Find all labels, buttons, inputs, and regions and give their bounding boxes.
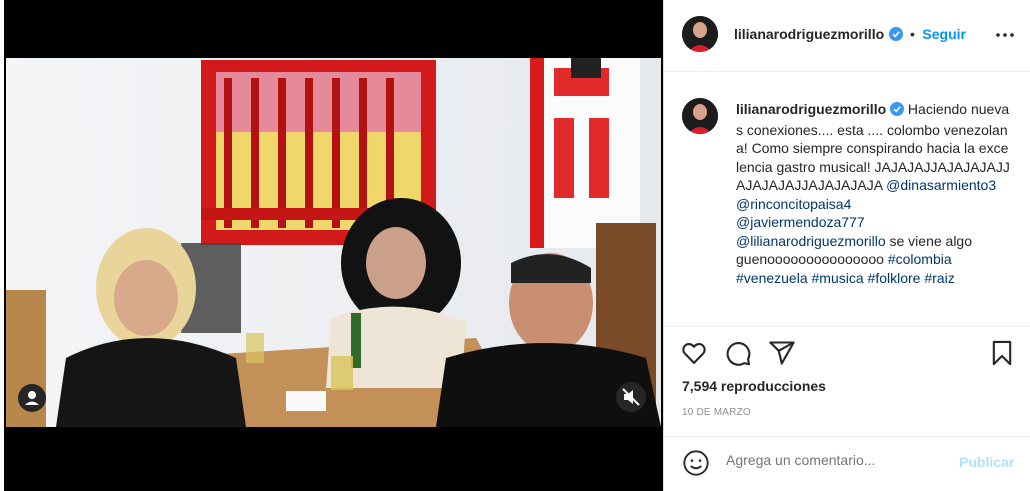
comment-icon[interactable] — [724, 339, 752, 367]
view-count[interactable]: 7,594 reproducciones — [682, 378, 826, 394]
user-tag-glyph — [25, 391, 39, 405]
user-tag-icon[interactable] — [18, 384, 46, 412]
header-username[interactable]: lilianarodriguezmorillo — [734, 26, 884, 42]
mute-glyph — [622, 388, 640, 406]
video-player[interactable] — [4, 0, 663, 491]
avatar-image — [682, 16, 718, 52]
mention-link[interactable]: @dinasarmiento3 — [886, 177, 996, 193]
instagram-post-window: lilianarodriguezmorillo • Seguir liliana… — [0, 0, 1030, 491]
video-frame[interactable] — [6, 58, 661, 427]
hashtag-link[interactable]: #raiz — [924, 270, 954, 286]
caption-text: lilianarodriguezmorillo Haciendo nuevas … — [736, 100, 1011, 287]
avatar[interactable] — [682, 16, 718, 52]
bookmark-icon[interactable] — [988, 339, 1016, 367]
publish-button[interactable]: Publicar — [959, 454, 1014, 470]
mute-icon[interactable] — [616, 382, 646, 412]
emoji-icon[interactable] — [682, 449, 710, 477]
follow-separator: • — [910, 26, 915, 42]
mention-link[interactable]: @javiermendoza777 — [736, 214, 865, 230]
verified-badge-icon — [888, 27, 903, 46]
caption: lilianarodriguezmorillo Haciendo nuevas … — [664, 100, 1030, 326]
post-sidebar: lilianarodriguezmorillo • Seguir liliana… — [663, 0, 1030, 491]
comment-input[interactable] — [726, 452, 946, 468]
share-icon[interactable] — [768, 339, 796, 367]
comment-bar: Publicar — [664, 436, 1030, 491]
mention-link[interactable]: @rinconcitopaisa4 — [736, 196, 851, 212]
mention-link[interactable]: @lilianarodriguezmorillo — [736, 233, 886, 249]
action-bar: 7,594 reproducciones 10 DE MARZO — [664, 326, 1030, 436]
post-date[interactable]: 10 DE MARZO — [682, 407, 751, 418]
heart-icon[interactable] — [680, 339, 708, 367]
caption-username[interactable]: lilianarodriguezmorillo — [736, 101, 886, 117]
follow-button[interactable]: Seguir — [922, 26, 966, 42]
hashtag-link[interactable]: #venezuela — [736, 270, 808, 286]
hashtag-link[interactable]: #folklore — [868, 270, 921, 286]
video-image — [6, 58, 661, 427]
hashtag-link[interactable]: #colombia — [888, 251, 952, 267]
verified-badge-icon — [890, 102, 905, 121]
header-user-row: lilianarodriguezmorillo • Seguir — [734, 26, 966, 46]
post-header: lilianarodriguezmorillo • Seguir — [664, 0, 1030, 72]
more-options-icon[interactable] — [994, 24, 1016, 46]
hashtag-link[interactable]: #musica — [812, 270, 864, 286]
